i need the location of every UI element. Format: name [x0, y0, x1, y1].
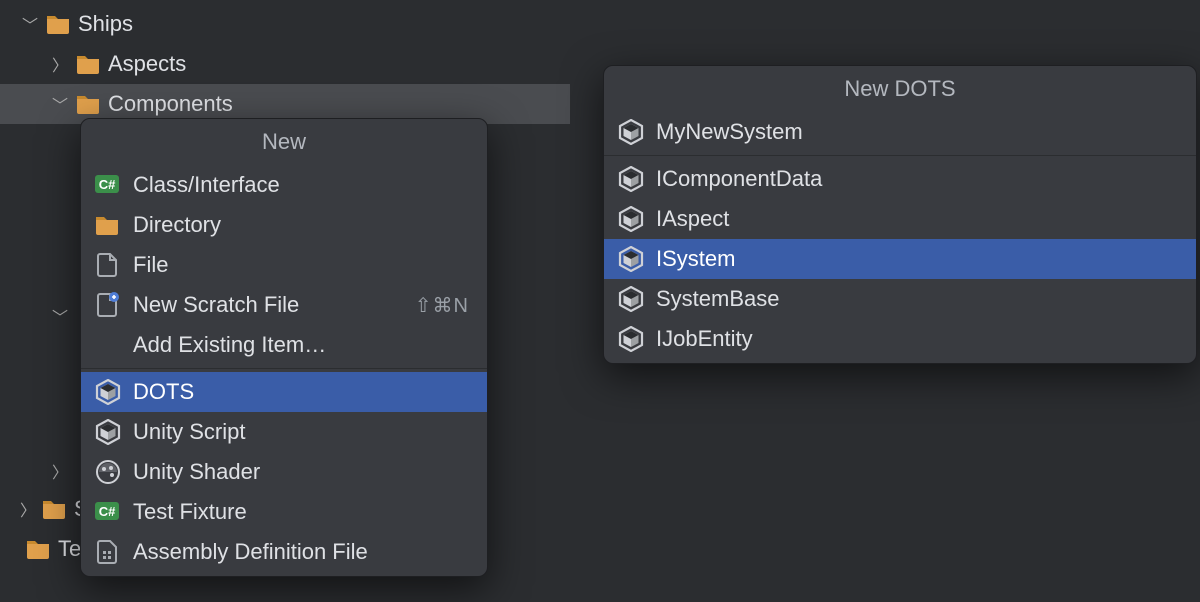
menu-item-label: Assembly Definition File — [133, 539, 368, 565]
chevron-down-icon[interactable]: ﹀ — [50, 92, 70, 116]
tree-item-ships[interactable]: ﹀ Ships — [0, 4, 570, 44]
menu-item-file[interactable]: File — [81, 245, 487, 285]
chevron-down-icon[interactable]: ﹀ — [50, 304, 70, 328]
menu-item-asmdef[interactable]: Assembly Definition File — [81, 532, 487, 572]
menu-title: New — [81, 119, 487, 165]
unity-icon — [618, 166, 644, 192]
tree-item-settings[interactable]: 〉Settings — [0, 489, 80, 529]
folder-icon — [76, 51, 102, 77]
menu-item-scratch[interactable]: New Scratch File ⇧⌘N — [81, 285, 487, 325]
menu-title: New DOTS — [604, 66, 1196, 112]
folder-icon — [26, 536, 52, 562]
folder-icon — [46, 11, 72, 37]
tree-item-aspects[interactable]: 〉 Aspects — [0, 44, 570, 84]
context-menu-new: New Class/Interface Directory File New Scra… — [80, 118, 488, 577]
tree-item-label: Components — [108, 91, 233, 117]
folder-icon — [42, 496, 68, 522]
file-icon — [95, 252, 121, 278]
menu-item-iaspect[interactable]: IAspect — [604, 199, 1196, 239]
menu-item-isystem[interactable]: ISystem — [604, 239, 1196, 279]
menu-item-dir[interactable]: Directory — [81, 205, 487, 245]
menu-item-label: New Scratch File — [133, 292, 299, 318]
menu-item-shortcut: ⇧⌘N — [415, 293, 469, 318]
menu-separator — [604, 155, 1196, 156]
menu-item-icompdat[interactable]: IComponentData — [604, 159, 1196, 199]
menu-item-ushader[interactable]: Unity Shader — [81, 452, 487, 492]
scratch-icon — [95, 292, 121, 318]
chevron-right-icon[interactable]: 〉 — [50, 459, 70, 483]
menu-item-fixture[interactable]: Test Fixture — [81, 492, 487, 532]
menu-item-addexist[interactable]: Add Existing Item… — [81, 325, 487, 365]
unity-icon — [618, 119, 644, 145]
unity-icon — [618, 246, 644, 272]
menu-item-label: IJobEntity — [656, 326, 753, 352]
submenu-new-dots: New DOTS MyNewSystem IComponentData IAspec… — [603, 65, 1197, 364]
tree-item-textures[interactable]: Textures — [0, 529, 80, 569]
chevron-right-icon[interactable]: 〉 — [20, 497, 36, 521]
csharp-icon — [95, 499, 121, 525]
unity-icon — [95, 419, 121, 445]
menu-item-label: Test Fixture — [133, 499, 247, 525]
chevron-right-icon[interactable]: 〉 — [50, 52, 70, 76]
tree-item-label: Textures — [58, 536, 80, 562]
menu-item-mynew[interactable]: MyNewSystem — [604, 112, 1196, 152]
menu-item-label: Unity Shader — [133, 459, 260, 485]
menu-item-uscript[interactable]: Unity Script — [81, 412, 487, 452]
tree-item-label: Aspects — [108, 51, 186, 77]
unity-icon — [618, 326, 644, 352]
menu-item-label: IComponentData — [656, 166, 822, 192]
menu-item-label: ISystem — [656, 246, 735, 272]
menu-item-dots[interactable]: DOTS — [81, 372, 487, 412]
menu-item-label: DOTS — [133, 379, 194, 405]
menu-item-label: Unity Script — [133, 419, 245, 445]
menu-separator — [81, 368, 487, 369]
menu-item-class[interactable]: Class/Interface — [81, 165, 487, 205]
shader-icon — [95, 459, 121, 485]
asmdef-icon — [95, 539, 121, 565]
menu-item-label: Class/Interface — [133, 172, 280, 198]
menu-item-label: Directory — [133, 212, 221, 238]
unity-icon — [618, 206, 644, 232]
tree-item-label: Ships — [78, 11, 133, 37]
menu-item-ijobent[interactable]: IJobEntity — [604, 319, 1196, 359]
csharp-icon — [95, 172, 121, 198]
unity-icon — [95, 379, 121, 405]
menu-item-label: MyNewSystem — [656, 119, 803, 145]
menu-item-label: IAspect — [656, 206, 729, 232]
menu-item-label: File — [133, 252, 168, 278]
menu-item-label: SystemBase — [656, 286, 780, 312]
unity-icon — [618, 286, 644, 312]
menu-item-sysbase[interactable]: SystemBase — [604, 279, 1196, 319]
menu-item-label: Add Existing Item… — [133, 332, 326, 358]
folder-icon — [95, 212, 121, 238]
chevron-down-icon[interactable]: ﹀ — [20, 12, 40, 36]
folder-icon — [76, 91, 102, 117]
